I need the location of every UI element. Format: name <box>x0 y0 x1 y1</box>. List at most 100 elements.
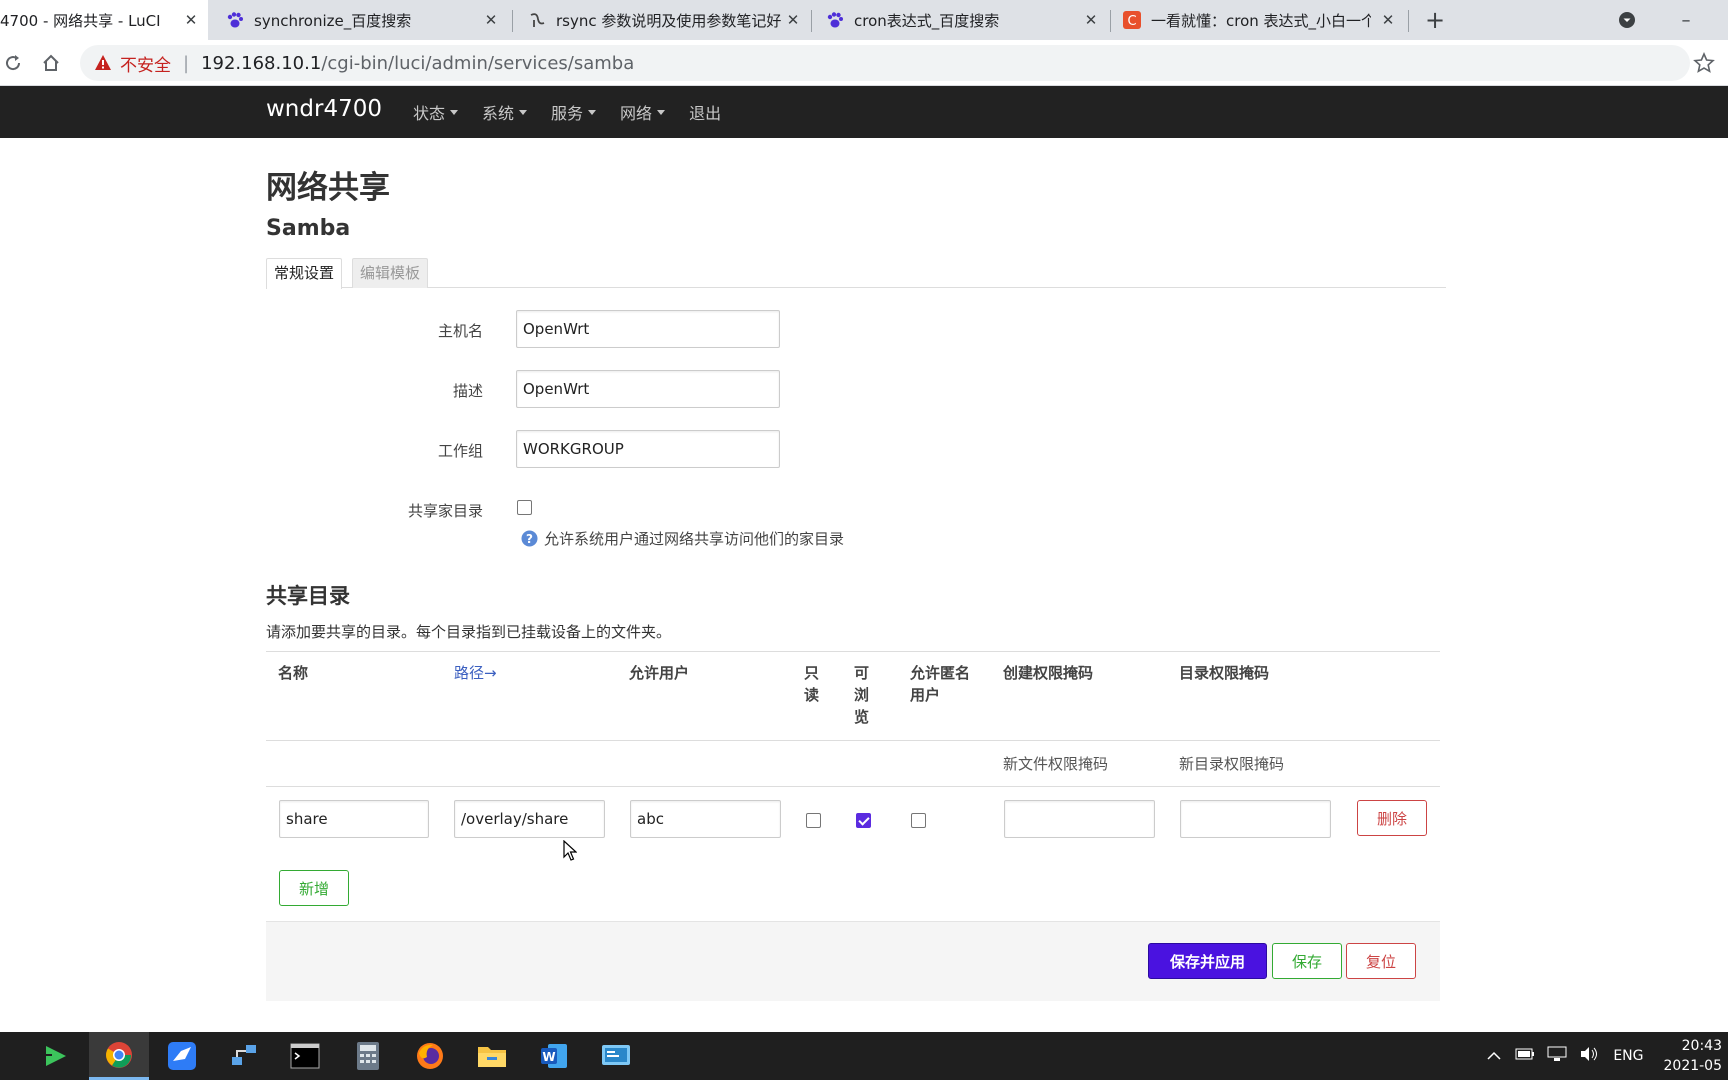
volume-icon[interactable] <box>1579 1046 1599 1066</box>
new-tab-button[interactable]: + <box>1420 0 1450 40</box>
file-explorer-icon[interactable] <box>462 1032 522 1080</box>
tab-edit-template[interactable]: 编辑模板 <box>352 258 429 288</box>
table-divider <box>266 786 1440 787</box>
page-title: 网络共享 <box>266 170 390 206</box>
create-mask-subheader: 新文件权限掩码 <box>1003 755 1109 773</box>
minimize-window-icon[interactable]: – <box>1668 0 1704 40</box>
warning-icon[interactable] <box>94 54 112 72</box>
workgroup-label: 工作组 <box>437 442 483 460</box>
caret-down-icon <box>519 109 528 115</box>
read-only-checkbox[interactable] <box>806 813 821 828</box>
col-path-sort-link[interactable]: 路径→ <box>454 662 497 684</box>
close-icon[interactable]: ✕ <box>182 11 200 29</box>
menu-logout[interactable]: 退出 <box>689 100 721 124</box>
tab-separator <box>1110 10 1111 32</box>
system-clock[interactable]: 20:43 2021-05 <box>1664 1036 1723 1076</box>
tab-title: cron表达式_百度搜索 <box>854 11 1000 30</box>
close-icon[interactable]: ✕ <box>1082 11 1100 29</box>
chevron-up-icon[interactable] <box>1487 1048 1501 1064</box>
dir-mask-subheader: 新目录权限掩码 <box>1179 755 1285 773</box>
hostname-label: 主机名 <box>437 322 483 340</box>
description-label: 描述 <box>452 382 483 400</box>
save-button[interactable]: 保存 <box>1272 943 1342 979</box>
brand-link[interactable]: wndr4700 <box>266 96 382 122</box>
tab-title: synchronize_百度搜索 <box>254 11 412 30</box>
calculator-icon[interactable] <box>338 1032 398 1080</box>
menu-network[interactable]: 网络 <box>620 100 666 124</box>
remote-desktop-icon[interactable] <box>586 1032 646 1080</box>
caret-down-icon <box>657 109 666 115</box>
description-input[interactable] <box>516 370 780 408</box>
terminal-icon[interactable] <box>275 1032 335 1080</box>
workgroup-input[interactable] <box>516 430 780 468</box>
menu-status[interactable]: 状态 <box>413 100 459 124</box>
browseable-checkbox[interactable] <box>856 813 871 828</box>
hostname-input[interactable] <box>516 310 780 348</box>
close-icon[interactable]: ✕ <box>482 11 500 29</box>
clock-date: 2021-05 <box>1663 1058 1723 1074</box>
settings-tabs: 常规设置 编辑模板 <box>266 258 1446 289</box>
form-actions: 保存并应用 保存 复位 <box>266 921 1440 1001</box>
browser-tab-rsync[interactable]: rsync 参数说明及使用参数笔记好 ✕ <box>528 0 810 40</box>
insecure-label[interactable]: 不安全 <box>120 51 171 76</box>
media-player-icon[interactable] <box>26 1032 86 1080</box>
word-icon[interactable]: W <box>524 1032 584 1080</box>
create-mask-input[interactable] <box>1004 800 1155 838</box>
system-tray: ENG 20:43 2021-05 <box>1487 1032 1728 1080</box>
col-guest-ok: 允许匿名 用户 <box>910 662 990 706</box>
share-path-input[interactable] <box>454 800 605 838</box>
browser-tab-cron-article[interactable]: C 一看就懂：cron 表达式_小白一个 ✕ <box>1123 0 1405 40</box>
menu-system[interactable]: 系统 <box>482 100 528 124</box>
caret-down-icon <box>450 109 459 115</box>
input-language[interactable]: ENG <box>1613 1048 1643 1064</box>
col-browseable: 可 浏 览 <box>854 662 876 728</box>
section-title: Samba <box>266 216 351 241</box>
add-share-button[interactable]: 新增 <box>279 870 349 906</box>
share-homes-checkbox[interactable] <box>517 500 532 515</box>
url-host: 192.168.10.1 <box>201 52 322 74</box>
chrome-icon[interactable] <box>89 1032 149 1080</box>
network-icon[interactable] <box>1547 1046 1567 1066</box>
baidu-paw-icon <box>226 11 244 29</box>
browser-tab-cron[interactable]: cron表达式_百度搜索 ✕ <box>826 0 1108 40</box>
delete-share-button[interactable]: 删除 <box>1357 800 1427 836</box>
col-name: 名称 <box>278 664 309 682</box>
table-divider <box>266 740 1440 741</box>
url-text[interactable]: 192.168.10.1/cgi-bin/luci/admin/services… <box>201 53 634 74</box>
reset-button[interactable]: 复位 <box>1346 943 1416 979</box>
firefox-icon[interactable] <box>400 1032 460 1080</box>
shares-description: 请添加要共享的目录。每个目录指到已挂载设备上的文件夹。 <box>266 623 672 641</box>
network-tool-icon[interactable] <box>214 1032 274 1080</box>
reload-icon[interactable] <box>0 50 26 76</box>
svg-text:W: W <box>542 1050 555 1064</box>
save-apply-button[interactable]: 保存并应用 <box>1148 943 1267 979</box>
col-guest-line1: 允许匿名 <box>910 664 971 682</box>
menu-label: 网络 <box>620 104 653 123</box>
col-browseable-line2: 浏 <box>854 686 870 704</box>
battery-icon[interactable] <box>1515 1048 1535 1064</box>
svg-text:C: C <box>1127 14 1136 29</box>
close-icon[interactable]: ✕ <box>1379 11 1397 29</box>
url-path: /cgi-bin/luci/admin/services/samba <box>321 52 635 74</box>
col-read-only: 只 读 <box>804 662 826 706</box>
home-icon[interactable] <box>38 50 64 76</box>
share-users-input[interactable] <box>630 800 781 838</box>
dir-mask-input[interactable] <box>1180 800 1331 838</box>
browser-tab-luci[interactable]: 4700 - 网络共享 - LuCI ✕ <box>0 0 208 40</box>
close-icon[interactable]: ✕ <box>784 11 802 29</box>
caret-down-icon <box>588 109 597 115</box>
menu-services[interactable]: 服务 <box>551 100 597 124</box>
shares-title: 共享目录 <box>266 584 350 608</box>
tab-search-icon[interactable] <box>1612 0 1642 40</box>
tab-title: 一看就懂：cron 表达式_小白一个 <box>1151 11 1371 30</box>
browser-toolbar: 不安全 | 192.168.10.1/cgi-bin/luci/admin/se… <box>0 40 1728 86</box>
address-bar[interactable]: 不安全 | 192.168.10.1/cgi-bin/luci/admin/se… <box>80 45 1690 81</box>
browser-tab-synchronize[interactable]: synchronize_百度搜索 ✕ <box>226 0 508 40</box>
guest-ok-checkbox[interactable] <box>911 813 926 828</box>
col-dir-mask: 目录权限掩码 <box>1179 664 1270 682</box>
share-name-input[interactable] <box>279 800 429 838</box>
browser-tab-strip: 4700 - 网络共享 - LuCI ✕ synchronize_百度搜索 ✕ … <box>0 0 1728 40</box>
tab-general-settings[interactable]: 常规设置 <box>266 258 343 289</box>
feishu-icon[interactable] <box>152 1032 212 1080</box>
bookmark-star-icon[interactable] <box>1693 51 1715 74</box>
